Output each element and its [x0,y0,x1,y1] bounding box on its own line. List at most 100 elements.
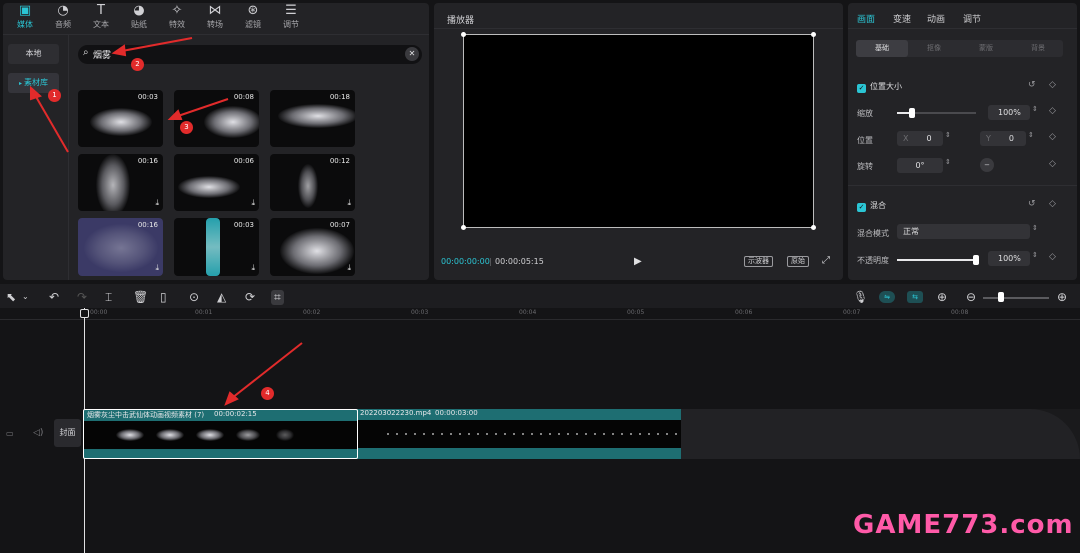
material-thumb-2[interactable]: 00:08 [174,90,259,147]
keyframe-icon[interactable]: ◇ [1049,159,1056,169]
tab-filter[interactable]: ⊛ 滤镜 [236,3,270,30]
resize-handle[interactable] [811,225,816,230]
tab-animation[interactable]: 动画 [927,12,945,25]
tab-media[interactable]: ▣ 媒体 [8,3,42,30]
timeline-ruler[interactable] [0,308,1080,320]
material-thumb-7[interactable]: 00:16 ⤓ [78,218,163,276]
split-icon[interactable]: ⌶ [105,290,112,305]
tab-transition[interactable]: ⋈ 转场 [198,3,232,30]
checkbox-icon[interactable]: ✓ [857,84,866,93]
download-icon[interactable]: ⤓ [155,198,159,208]
chevron-updown-icon[interactable]: ⇕ [1032,224,1038,232]
viewer-button[interactable]: 示波器 [744,256,773,267]
reset-icon[interactable]: ↺ [1028,199,1036,209]
track-mute-icon[interactable]: ◁) [33,428,43,438]
stepper-icon[interactable]: ⇕ [945,131,951,139]
tab-picture[interactable]: 画面 [857,12,875,25]
tab-sticker[interactable]: ◕ 贴纸 [122,3,156,30]
redo-icon[interactable]: ↷ [77,290,87,304]
props-divider [848,28,1077,29]
scale-slider-handle[interactable] [909,108,915,118]
subtab-background[interactable]: 背景 [1012,40,1064,57]
reverse-icon[interactable]: ⊙ [189,290,199,304]
rotate-dial-icon[interactable]: − [980,158,994,172]
resize-handle[interactable] [811,32,816,37]
keyframe-icon[interactable]: ◇ [1049,132,1056,142]
crop-icon[interactable]: ⌗ [271,290,284,305]
tab-adjust-prop[interactable]: 调节 [963,12,981,25]
zoom-slider-handle[interactable] [998,292,1004,302]
material-thumb-8[interactable]: 00:03 ⤓ [174,218,259,276]
stepper-icon[interactable]: ⇕ [1028,131,1034,139]
download-icon[interactable]: ⤓ [251,198,255,208]
mirror-icon[interactable]: ◭ [217,290,226,304]
tab-audio[interactable]: ◔ 音频 [46,3,80,30]
original-ratio-button[interactable]: 原始 [787,256,809,267]
keyframe-icon[interactable]: ◇ [1049,106,1056,116]
zoom-slider[interactable] [983,297,1049,299]
resize-handle[interactable] [461,225,466,230]
material-thumb-3[interactable]: 00:18 [270,90,355,147]
fullscreen-icon[interactable]: ⤢ [822,255,830,266]
zoom-in-icon[interactable]: ⊕ [1057,290,1067,304]
keyframe-icon[interactable]: ◇ [1049,199,1056,209]
material-thumb-1[interactable]: 00:03 [78,90,163,147]
download-icon[interactable]: ⤓ [347,263,351,273]
keyframe-icon[interactable]: ◇ [1049,80,1056,90]
delete-icon[interactable]: 🗑 [133,290,148,304]
reset-icon[interactable]: ↺ [1028,80,1036,90]
blend-mode-select[interactable]: 正常 [897,224,1030,239]
tab-speed[interactable]: 变速 [893,12,911,25]
download-icon[interactable]: ⤓ [347,198,351,208]
preview-axis-icon[interactable]: ⊕ [937,290,947,304]
subtab-basic[interactable]: 基础 [856,40,908,57]
microphone-icon[interactable]: 🎙 [853,290,868,304]
opacity-field[interactable]: 100% [988,251,1030,266]
zoom-out-icon[interactable]: ⊖ [966,290,976,304]
scale-field[interactable]: 100% [988,105,1030,120]
resize-handle[interactable] [461,32,466,37]
clip-1[interactable]: 烟雾灰尘中击武仙体动画视频素材 (7) 00:00:02:15 [83,409,358,459]
ruler-tick: 00:04 [519,309,537,316]
tab-adjust[interactable]: ☰ 调节 [274,3,308,30]
track-visibility-icon[interactable]: ▭ [6,429,14,438]
stepper-icon[interactable]: ⇕ [1032,251,1038,259]
stepper-icon[interactable]: ⇕ [1032,105,1038,113]
total-timecode: 00:00:05:15 [495,257,544,266]
stepper-icon[interactable]: ⇕ [945,158,951,166]
clip-2[interactable]: 20220302223​0.mp4 00:00:03:00 [357,409,681,459]
play-icon[interactable]: ▶ [634,256,642,267]
subtab-mask[interactable]: 蒙版 [960,40,1012,57]
subtab-cutout[interactable]: 抠像 [908,40,960,57]
link-main-track-icon[interactable]: ⇋ [879,291,895,303]
smoke-image [90,108,152,136]
tab-text[interactable]: T 文本 [84,3,118,30]
position-x-field[interactable]: X0 [897,131,943,146]
download-icon[interactable]: ⤓ [155,263,159,273]
rotate-field[interactable]: 0° [897,158,943,173]
tab-effects[interactable]: ✧ 特效 [160,3,194,30]
link-audio-icon[interactable]: ⇆ [907,291,923,303]
search-input[interactable]: 烟雾 [93,48,111,61]
download-icon[interactable]: ⤓ [251,263,255,273]
playhead-handle[interactable] [80,309,89,318]
freeze-icon[interactable]: ▯ [160,290,167,304]
select-tool-icon[interactable]: ⬉ [6,290,16,304]
clear-search-icon[interactable]: ✕ [405,47,419,61]
search-bar[interactable]: ⌕ 烟雾 ✕ [78,45,422,64]
material-thumb-6[interactable]: 00:12 ⤓ [270,154,355,211]
filter-icon: ⊛ [247,3,259,18]
position-y-field[interactable]: Y0 [980,131,1026,146]
checkbox-icon[interactable]: ✓ [857,203,866,212]
preview-canvas[interactable] [461,32,816,230]
cover-button[interactable]: 封面 [54,419,81,447]
material-thumb-9[interactable]: 00:07 ⤓ [270,218,355,276]
sidebar-item-local[interactable]: 本地 [8,44,59,64]
material-thumb-4[interactable]: 00:16 ⤓ [78,154,163,211]
opacity-slider-handle[interactable] [973,255,979,265]
material-thumb-5[interactable]: 00:06 ⤓ [174,154,259,211]
rotate-icon[interactable]: ⟳ [245,290,255,304]
chevron-down-icon[interactable]: ⌄ [22,292,29,301]
undo-icon[interactable]: ↶ [49,290,59,304]
keyframe-icon[interactable]: ◇ [1049,252,1056,262]
